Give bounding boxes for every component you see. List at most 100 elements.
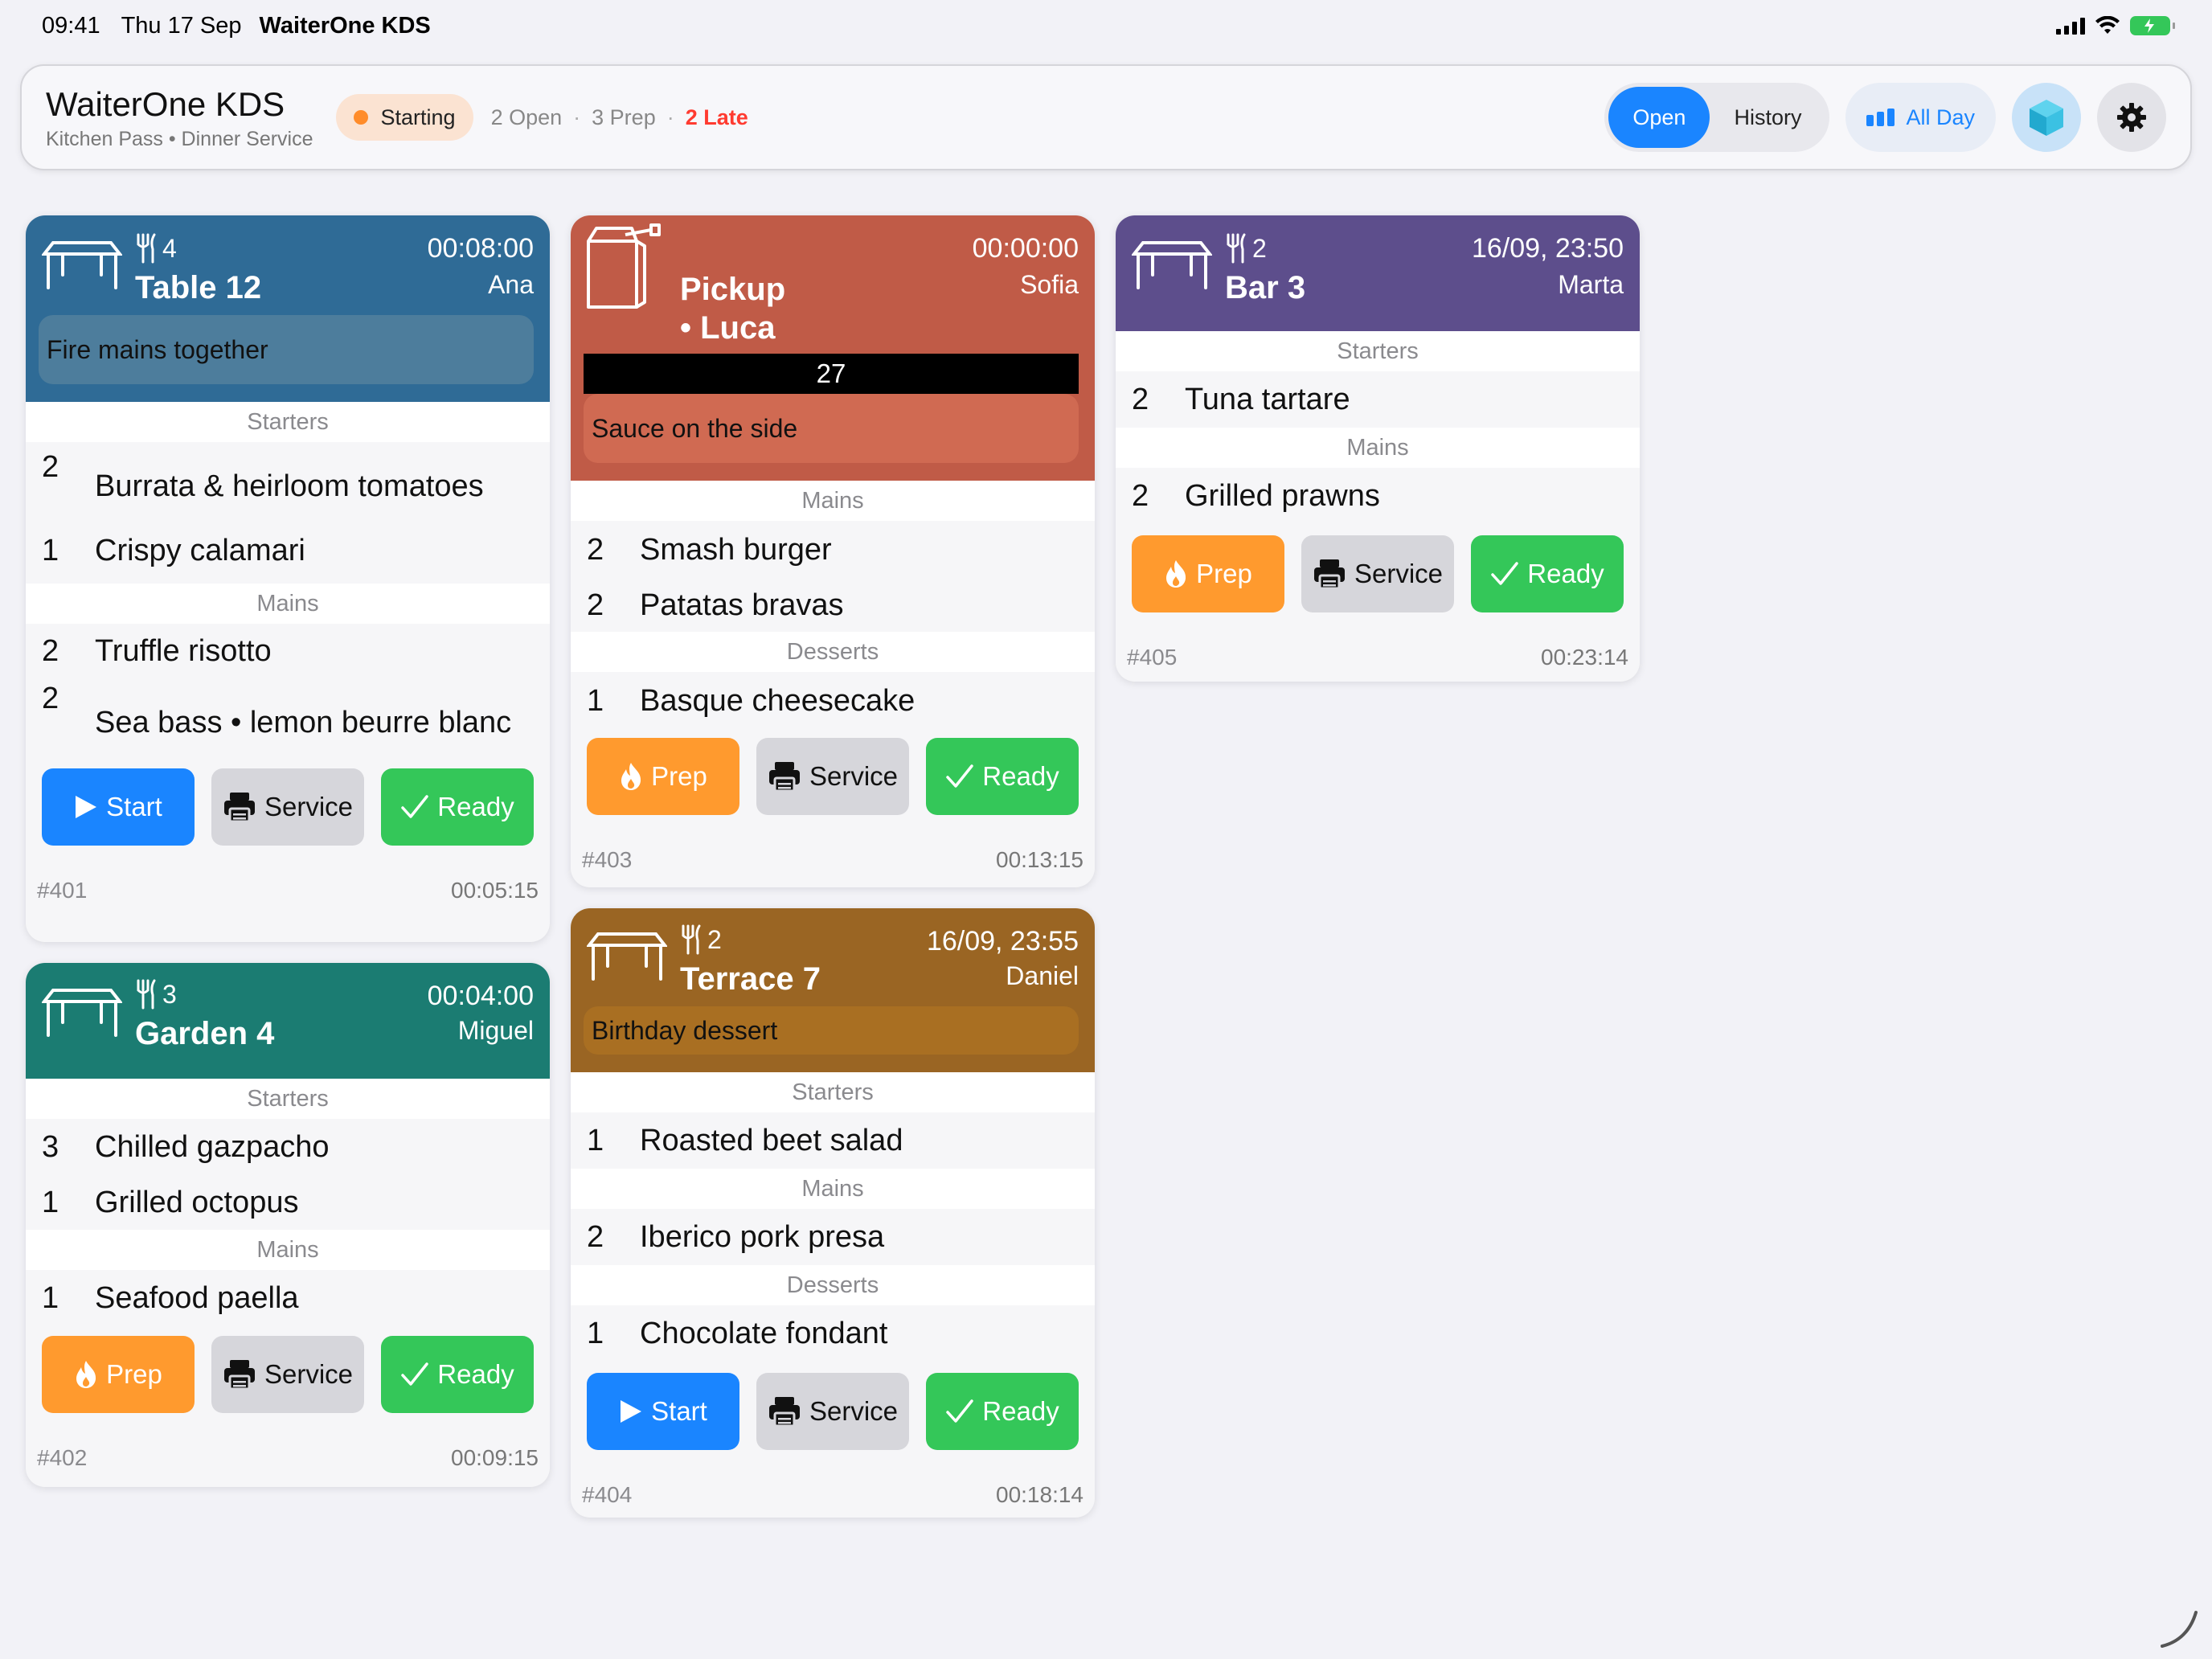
course-header: Mains	[571, 1169, 1095, 1209]
covers: 2	[680, 924, 722, 955]
order-item[interactable]: 1 Grilled octopus	[26, 1175, 550, 1230]
item-qty: 1	[42, 1280, 59, 1315]
item-name: Truffle risotto	[95, 633, 272, 668]
course-header: Mains	[26, 1230, 550, 1270]
all-day-button[interactable]: All Day	[1845, 83, 1996, 152]
order-item[interactable]: 2 Patatas bravas	[571, 579, 1095, 632]
service-button[interactable]: Service	[756, 738, 909, 815]
ticket-number: #405	[1127, 645, 1178, 670]
ready-label: Ready	[437, 792, 514, 821]
ticket-header: 2 Terrace 7 16/09, 23:55 Daniel Birthday…	[571, 908, 1095, 1072]
order-item[interactable]: 1 Seafood paella	[26, 1270, 550, 1326]
app-title: WaiterOne KDS	[46, 84, 285, 123]
ticket-card[interactable]: 3 Garden 4 00:04:00 Miguel Starters 3 Chi…	[26, 963, 550, 1487]
server-name: Daniel	[1006, 961, 1079, 990]
cube-icon	[2030, 100, 2063, 136]
cube-button[interactable]	[2012, 83, 2081, 152]
play-icon	[76, 796, 97, 818]
start-button[interactable]: Start	[587, 1373, 739, 1450]
ready-label: Ready	[1527, 559, 1604, 588]
ready-button[interactable]: Ready	[1471, 535, 1624, 612]
start-label: Start	[651, 1396, 707, 1426]
flame-icon	[76, 1361, 96, 1388]
prep-button[interactable]: Prep	[1132, 535, 1284, 612]
order-item[interactable]: 1 Crispy calamari	[26, 518, 550, 584]
status-bar: 09:41 Thu 17 Sep WaiterOne KDS	[0, 0, 2212, 51]
service-button[interactable]: Service	[211, 1336, 364, 1413]
item-name: Burrata & heirloom tomatoes	[95, 469, 484, 503]
ticket-card[interactable]: 4 Table 12 00:08:00 Ana Fire mains toget…	[26, 215, 550, 942]
order-item[interactable]: 1 Roasted beet salad	[571, 1112, 1095, 1169]
item-name: Smash burger	[640, 532, 832, 567]
checkmark-icon	[401, 795, 429, 818]
cellular-signal-icon	[2056, 17, 2085, 35]
item-qty: 2	[1132, 382, 1149, 416]
ticket-header: Pickup • Luca 00:00:00 Sofia 27 Sauce on…	[571, 215, 1095, 481]
cutlery-icon	[1227, 233, 1246, 264]
ticket-counts: 2 Open · 3 Prep · 2 Late	[491, 105, 748, 130]
tab-history[interactable]: History	[1710, 87, 1825, 148]
ready-button[interactable]: Ready	[381, 768, 534, 846]
scroll-indicator-icon	[2161, 1611, 2198, 1648]
service-button[interactable]: Service	[756, 1373, 909, 1450]
all-day-label: All Day	[1906, 104, 1975, 129]
ticket-card[interactable]: 2 Bar 3 16/09, 23:50 Marta Starters 2 Tun…	[1116, 215, 1640, 682]
ticket-timer: 16/09, 23:50	[1471, 233, 1624, 264]
status-app-name: WaiterOne KDS	[259, 12, 431, 39]
cutlery-icon	[682, 924, 701, 955]
ticket-footer: #401 00:05:15	[26, 878, 550, 903]
course-header: Mains	[571, 481, 1095, 521]
prep-label: Prep	[1196, 559, 1252, 588]
tab-open[interactable]: Open	[1608, 87, 1710, 148]
ticket-name: Bar 3	[1225, 270, 1306, 305]
service-button[interactable]: Service	[211, 768, 364, 846]
ready-button[interactable]: Ready	[381, 1336, 534, 1413]
item-name: Sea bass • lemon beurre blanc	[95, 706, 512, 739]
flame-icon	[621, 763, 641, 790]
settings-button[interactable]	[2097, 83, 2166, 152]
checkmark-icon	[1491, 562, 1519, 585]
course-header: Starters	[1116, 331, 1640, 371]
order-item[interactable]: 2 Sea bass • lemon beurre blanc	[26, 678, 550, 767]
ticket-number: #401	[37, 878, 88, 903]
item-qty: 1	[42, 1185, 59, 1219]
prep-label: Prep	[651, 761, 707, 791]
ticket-name: Pickup	[680, 272, 786, 307]
pickup-number: 27	[584, 354, 1079, 394]
service-button[interactable]: Service	[1301, 535, 1454, 612]
order-item[interactable]: 3 Chilled gazpacho	[26, 1119, 550, 1175]
course-header: Desserts	[571, 1265, 1095, 1305]
elapsed-time: 00:09:15	[451, 1445, 539, 1470]
order-item[interactable]: 1 Chocolate fondant	[571, 1305, 1095, 1362]
ready-button[interactable]: Ready	[926, 738, 1079, 815]
order-item[interactable]: 2 Burrata & heirloom tomatoes	[26, 442, 550, 518]
count-separator: ·	[573, 104, 581, 129]
prep-button[interactable]: Prep	[42, 1336, 195, 1413]
status-label: Starting	[380, 104, 456, 129]
item-name: Chocolate fondant	[640, 1316, 888, 1350]
order-item[interactable]: 1 Basque cheesecake	[571, 672, 1095, 730]
order-item[interactable]: 2 Grilled prawns	[1116, 468, 1640, 524]
gear-icon	[2117, 103, 2146, 132]
order-item[interactable]: 2 Tuna tartare	[1116, 371, 1640, 428]
ticket-card[interactable]: Pickup • Luca 00:00:00 Sofia 27 Sauce on…	[571, 215, 1095, 887]
prep-button[interactable]: Prep	[587, 738, 739, 815]
customer-name: • Luca	[680, 310, 776, 346]
ticket-card[interactable]: 2 Terrace 7 16/09, 23:55 Daniel Birthday…	[571, 908, 1095, 1518]
order-item[interactable]: 2 Truffle risotto	[26, 624, 550, 678]
late-count: 2 Late	[685, 104, 748, 129]
ticket-number: #403	[582, 847, 633, 872]
battery-icon	[2130, 16, 2175, 35]
ready-button[interactable]: Ready	[926, 1373, 1079, 1450]
start-button[interactable]: Start	[42, 768, 195, 846]
order-item[interactable]: 2 Iberico pork presa	[571, 1209, 1095, 1265]
wifi-icon	[2095, 16, 2120, 34]
item-qty: 2	[42, 450, 59, 484]
ticket-footer: #402 00:09:15	[26, 1445, 550, 1471]
printer-icon	[1313, 559, 1345, 590]
covers: 2	[1225, 233, 1267, 264]
order-item[interactable]: 2 Smash burger	[571, 521, 1095, 579]
printer-icon	[223, 793, 255, 823]
prep-count: 3 Prep	[592, 104, 656, 129]
item-name: Crispy calamari	[95, 533, 305, 567]
